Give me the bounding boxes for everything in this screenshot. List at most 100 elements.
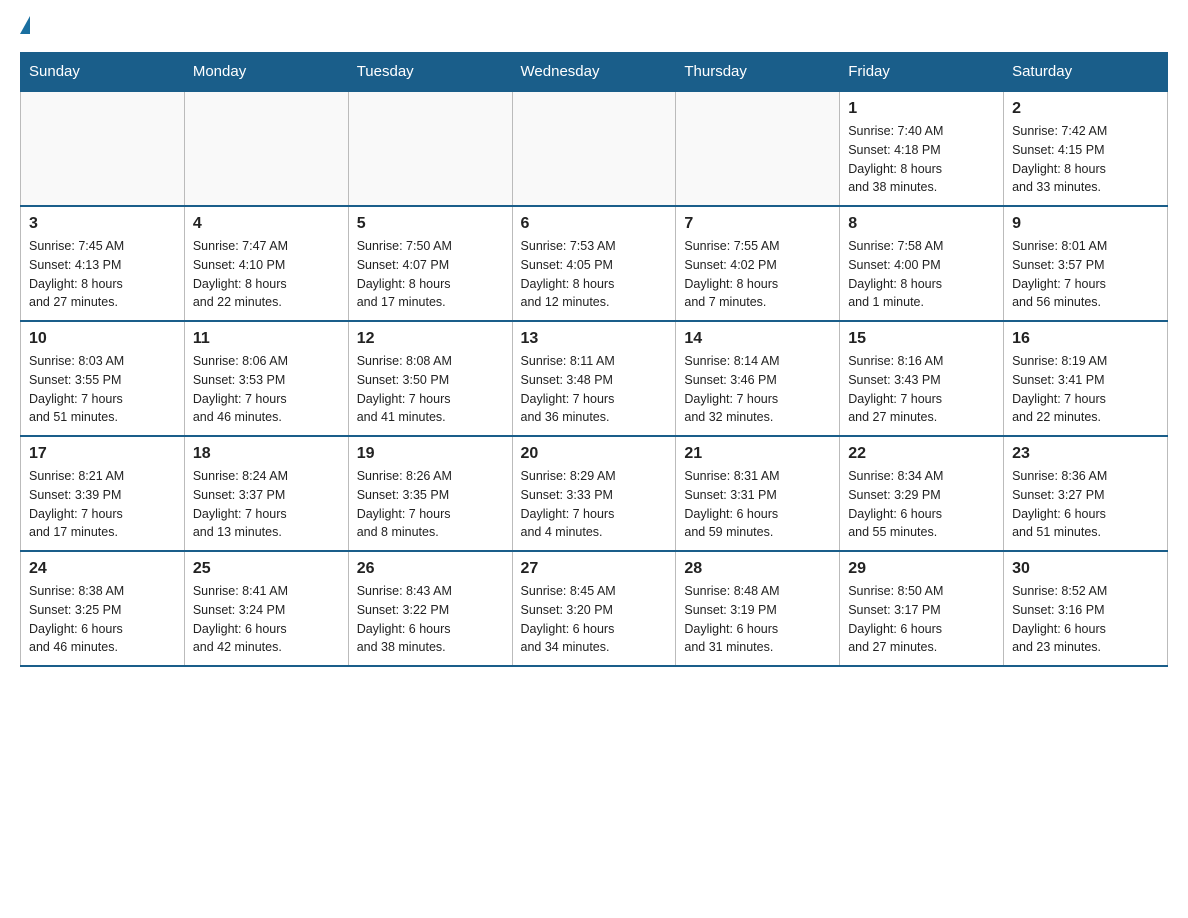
day-info: Sunrise: 8:21 AMSunset: 3:39 PMDaylight:… [29, 467, 176, 542]
day-cell: 17Sunrise: 8:21 AMSunset: 3:39 PMDayligh… [21, 436, 185, 551]
weekday-header-monday: Monday [184, 53, 348, 92]
day-number: 3 [29, 215, 176, 233]
weekday-header-saturday: Saturday [1004, 53, 1168, 92]
week-row-5: 24 Sunrise: 8:38 AMSunset: 3:25 PMDayligh… [21, 551, 1168, 666]
day-info: Sunrise: 8:29 AMSunset: 3:33 PMDaylight:… [521, 467, 668, 542]
day-cell: 3 Sunrise: 7:45 AMSunset: 4:13 PMDaylight… [21, 206, 185, 321]
day-info: Sunrise: 7:50 AMSunset: 4:07 PMDaylight:… [357, 237, 504, 312]
day-number: 16 [1012, 330, 1159, 348]
day-number: 21 [684, 445, 831, 463]
day-info: Sunrise: 8:14 AMSunset: 3:46 PMDaylight:… [684, 352, 831, 427]
day-info: Sunrise: 8:01 AMSunset: 3:57 PMDaylight:… [1012, 237, 1159, 312]
day-cell: 26 Sunrise: 8:43 AMSunset: 3:22 PMDayligh… [348, 551, 512, 666]
day-number: 26 [357, 560, 504, 578]
day-cell: 7Sunrise: 7:55 AMSunset: 4:02 PMDaylight… [676, 206, 840, 321]
day-number: 7 [684, 215, 831, 233]
day-cell: 1 Sunrise: 7:40 AMSunset: 4:18 PMDaylight… [840, 91, 1004, 206]
day-number: 24 [29, 560, 176, 578]
day-cell: 25 Sunrise: 8:41 AMSunset: 3:24 PMDayligh… [184, 551, 348, 666]
weekday-header-thursday: Thursday [676, 53, 840, 92]
logo-triangle-icon [20, 16, 30, 34]
day-number: 28 [684, 560, 831, 578]
day-cell: 21 Sunrise: 8:31 AMSunset: 3:31 PMDayligh… [676, 436, 840, 551]
day-number: 1 [848, 100, 995, 118]
day-cell: 12 Sunrise: 8:08 AMSunset: 3:50 PMDayligh… [348, 321, 512, 436]
day-cell: 13 Sunrise: 8:11 AMSunset: 3:48 PMDayligh… [512, 321, 676, 436]
day-cell: 15 Sunrise: 8:16 AMSunset: 3:43 PMDayligh… [840, 321, 1004, 436]
day-number: 4 [193, 215, 340, 233]
day-info: Sunrise: 8:48 AMSunset: 3:19 PMDaylight:… [684, 582, 831, 657]
logo [20, 20, 30, 32]
day-number: 27 [521, 560, 668, 578]
weekday-header-wednesday: Wednesday [512, 53, 676, 92]
day-info: Sunrise: 8:19 AMSunset: 3:41 PMDaylight:… [1012, 352, 1159, 427]
day-info: Sunrise: 8:41 AMSunset: 3:24 PMDaylight:… [193, 582, 340, 657]
weekday-header-friday: Friday [840, 53, 1004, 92]
day-number: 30 [1012, 560, 1159, 578]
header [20, 20, 1168, 32]
day-number: 5 [357, 215, 504, 233]
day-cell: 4 Sunrise: 7:47 AMSunset: 4:10 PMDaylight… [184, 206, 348, 321]
day-info: Sunrise: 8:06 AMSunset: 3:53 PMDaylight:… [193, 352, 340, 427]
day-number: 2 [1012, 100, 1159, 118]
day-info: Sunrise: 8:11 AMSunset: 3:48 PMDaylight:… [521, 352, 668, 427]
day-info: Sunrise: 8:24 AMSunset: 3:37 PMDaylight:… [193, 467, 340, 542]
day-cell: 27 Sunrise: 8:45 AMSunset: 3:20 PMDayligh… [512, 551, 676, 666]
week-row-2: 3 Sunrise: 7:45 AMSunset: 4:13 PMDaylight… [21, 206, 1168, 321]
day-cell [21, 91, 185, 206]
day-number: 18 [193, 445, 340, 463]
day-info: Sunrise: 8:36 AMSunset: 3:27 PMDaylight:… [1012, 467, 1159, 542]
day-cell: 19 Sunrise: 8:26 AMSunset: 3:35 PMDayligh… [348, 436, 512, 551]
day-info: Sunrise: 7:58 AMSunset: 4:00 PMDaylight:… [848, 237, 995, 312]
day-cell: 5 Sunrise: 7:50 AMSunset: 4:07 PMDaylight… [348, 206, 512, 321]
day-info: Sunrise: 8:50 AMSunset: 3:17 PMDaylight:… [848, 582, 995, 657]
day-cell: 6 Sunrise: 7:53 AMSunset: 4:05 PMDaylight… [512, 206, 676, 321]
day-cell: 2Sunrise: 7:42 AMSunset: 4:15 PMDaylight… [1004, 91, 1168, 206]
day-info: Sunrise: 8:08 AMSunset: 3:50 PMDaylight:… [357, 352, 504, 427]
day-number: 29 [848, 560, 995, 578]
day-number: 23 [1012, 445, 1159, 463]
day-cell: 24 Sunrise: 8:38 AMSunset: 3:25 PMDayligh… [21, 551, 185, 666]
day-info: Sunrise: 8:03 AMSunset: 3:55 PMDaylight:… [29, 352, 176, 427]
day-cell: 9 Sunrise: 8:01 AMSunset: 3:57 PMDaylight… [1004, 206, 1168, 321]
day-info: Sunrise: 7:53 AMSunset: 4:05 PMDaylight:… [521, 237, 668, 312]
day-cell: 29 Sunrise: 8:50 AMSunset: 3:17 PMDayligh… [840, 551, 1004, 666]
day-cell: 30 Sunrise: 8:52 AMSunset: 3:16 PMDayligh… [1004, 551, 1168, 666]
day-number: 6 [521, 215, 668, 233]
day-cell: 14Sunrise: 8:14 AMSunset: 3:46 PMDayligh… [676, 321, 840, 436]
day-info: Sunrise: 7:40 AMSunset: 4:18 PMDaylight:… [848, 122, 995, 197]
day-number: 15 [848, 330, 995, 348]
day-cell: 18 Sunrise: 8:24 AMSunset: 3:37 PMDayligh… [184, 436, 348, 551]
weekday-header-row: SundayMondayTuesdayWednesdayThursdayFrid… [21, 53, 1168, 92]
day-number: 13 [521, 330, 668, 348]
day-info: Sunrise: 8:52 AMSunset: 3:16 PMDaylight:… [1012, 582, 1159, 657]
day-number: 22 [848, 445, 995, 463]
day-info: Sunrise: 8:45 AMSunset: 3:20 PMDaylight:… [521, 582, 668, 657]
day-cell [348, 91, 512, 206]
day-info: Sunrise: 8:26 AMSunset: 3:35 PMDaylight:… [357, 467, 504, 542]
day-info: Sunrise: 8:31 AMSunset: 3:31 PMDaylight:… [684, 467, 831, 542]
day-number: 12 [357, 330, 504, 348]
day-cell: 8 Sunrise: 7:58 AMSunset: 4:00 PMDaylight… [840, 206, 1004, 321]
day-cell: 16 Sunrise: 8:19 AMSunset: 3:41 PMDayligh… [1004, 321, 1168, 436]
day-info: Sunrise: 7:45 AMSunset: 4:13 PMDaylight:… [29, 237, 176, 312]
day-number: 20 [521, 445, 668, 463]
day-cell [676, 91, 840, 206]
day-cell: 20 Sunrise: 8:29 AMSunset: 3:33 PMDayligh… [512, 436, 676, 551]
calendar: SundayMondayTuesdayWednesdayThursdayFrid… [20, 52, 1168, 667]
week-row-3: 10Sunrise: 8:03 AMSunset: 3:55 PMDayligh… [21, 321, 1168, 436]
day-info: Sunrise: 7:47 AMSunset: 4:10 PMDaylight:… [193, 237, 340, 312]
day-cell [512, 91, 676, 206]
day-number: 19 [357, 445, 504, 463]
day-number: 25 [193, 560, 340, 578]
day-number: 8 [848, 215, 995, 233]
day-cell: 10Sunrise: 8:03 AMSunset: 3:55 PMDayligh… [21, 321, 185, 436]
day-info: Sunrise: 8:16 AMSunset: 3:43 PMDaylight:… [848, 352, 995, 427]
day-cell: 28 Sunrise: 8:48 AMSunset: 3:19 PMDayligh… [676, 551, 840, 666]
day-cell: 22Sunrise: 8:34 AMSunset: 3:29 PMDayligh… [840, 436, 1004, 551]
weekday-header-sunday: Sunday [21, 53, 185, 92]
day-info: Sunrise: 8:43 AMSunset: 3:22 PMDaylight:… [357, 582, 504, 657]
week-row-1: 1 Sunrise: 7:40 AMSunset: 4:18 PMDaylight… [21, 91, 1168, 206]
day-number: 9 [1012, 215, 1159, 233]
day-info: Sunrise: 8:38 AMSunset: 3:25 PMDaylight:… [29, 582, 176, 657]
